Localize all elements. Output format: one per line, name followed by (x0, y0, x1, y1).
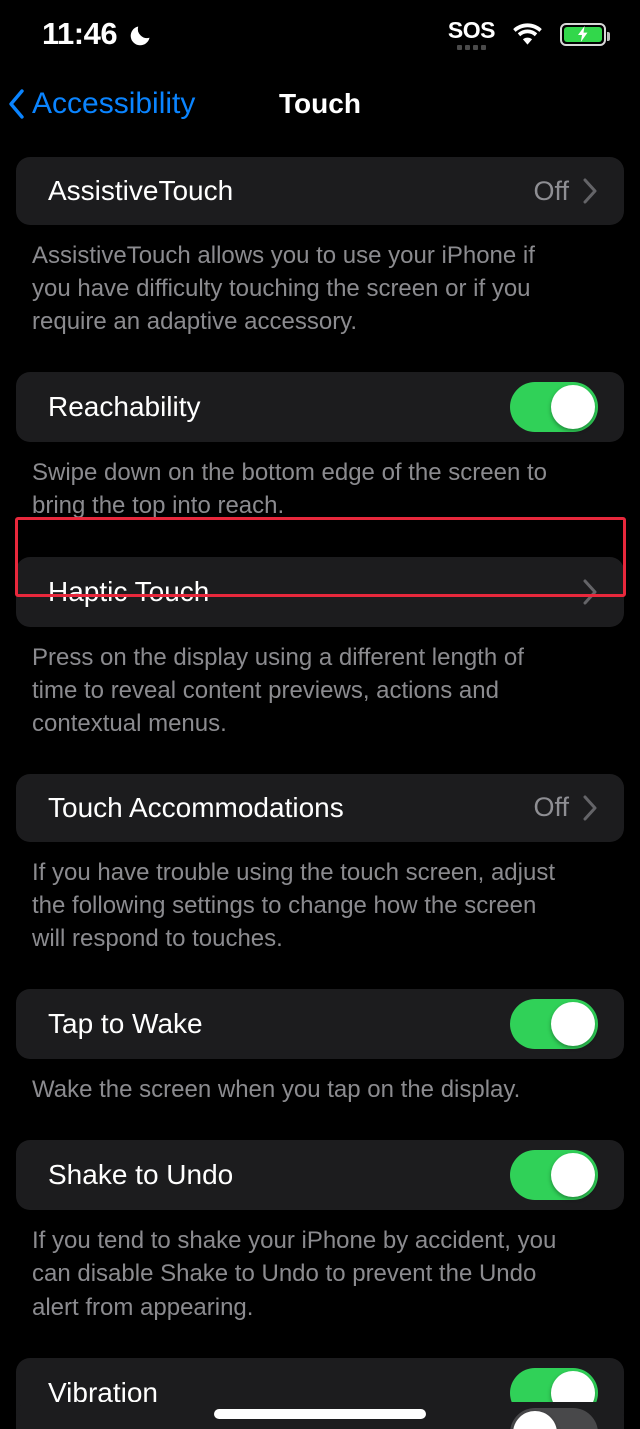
setting-row-tap-to-wake[interactable]: Tap to Wake (16, 989, 624, 1060)
row-description: Swipe down on the bottom edge of the scr… (32, 459, 548, 520)
status-bar: 11:46 SOS (0, 0, 640, 68)
settings-list: AssistiveTouch Off AssistiveTouch allows… (0, 157, 640, 1429)
sos-indicator: SOS (447, 16, 496, 50)
row-description: AssistiveTouch allows you to use your iP… (32, 242, 535, 336)
row-label: Haptic Touch (48, 575, 210, 607)
row-label: Touch Accommodations (48, 791, 344, 823)
row-description: If you tend to shake your iPhone by acci… (32, 1227, 557, 1321)
chevron-right-icon (583, 178, 598, 204)
row-label: Shake to Undo (48, 1159, 234, 1191)
row-value: Off (533, 792, 569, 823)
setting-row-reachability[interactable]: Reachability (16, 372, 624, 443)
row-label: Reachability (48, 391, 201, 423)
back-button[interactable]: Accessibility (8, 87, 195, 121)
row-label: Tap to Wake (48, 1008, 203, 1040)
crescent-moon-icon (129, 21, 155, 47)
chevron-right-icon (583, 795, 598, 821)
home-indicator (214, 1409, 426, 1419)
chevron-right-icon (583, 579, 598, 605)
reachability-toggle[interactable] (510, 382, 598, 433)
status-bar-left: 11:46 (42, 16, 155, 52)
setting-row-touch-accommodations[interactable]: Touch Accommodations Off (16, 773, 624, 842)
chevron-left-icon (8, 89, 25, 119)
iphone-settings-screen: 11:46 SOS Accessibility Touch AssistiveT… (0, 0, 640, 1429)
setting-row-haptic-touch[interactable]: Haptic Touch (16, 556, 624, 627)
row-description: Wake the screen when you tap on the disp… (32, 1076, 521, 1104)
shake-to-undo-toggle[interactable] (510, 1150, 598, 1201)
battery-charging-icon (560, 22, 610, 46)
row-description: If you have trouble using the touch scre… (32, 858, 555, 953)
status-bar-clock: 11:46 (42, 16, 118, 51)
sos-label: SOS (447, 16, 496, 43)
status-bar-right: SOS (447, 16, 610, 50)
wifi-icon (512, 22, 543, 46)
back-button-label: Accessibility (32, 87, 196, 120)
row-value: Off (533, 175, 569, 206)
setting-row-shake-to-undo[interactable]: Shake to Undo (16, 1140, 624, 1211)
partial-row-toggle[interactable] (510, 1408, 598, 1429)
tap-to-wake-toggle[interactable] (510, 999, 598, 1050)
row-label: AssistiveTouch (48, 175, 234, 206)
setting-row-assistivetouch[interactable]: AssistiveTouch Off (16, 157, 624, 225)
signal-dots-icon (456, 44, 486, 50)
row-description: Press on the display using a different l… (32, 643, 524, 737)
navigation-bar: Accessibility Touch (0, 68, 640, 140)
